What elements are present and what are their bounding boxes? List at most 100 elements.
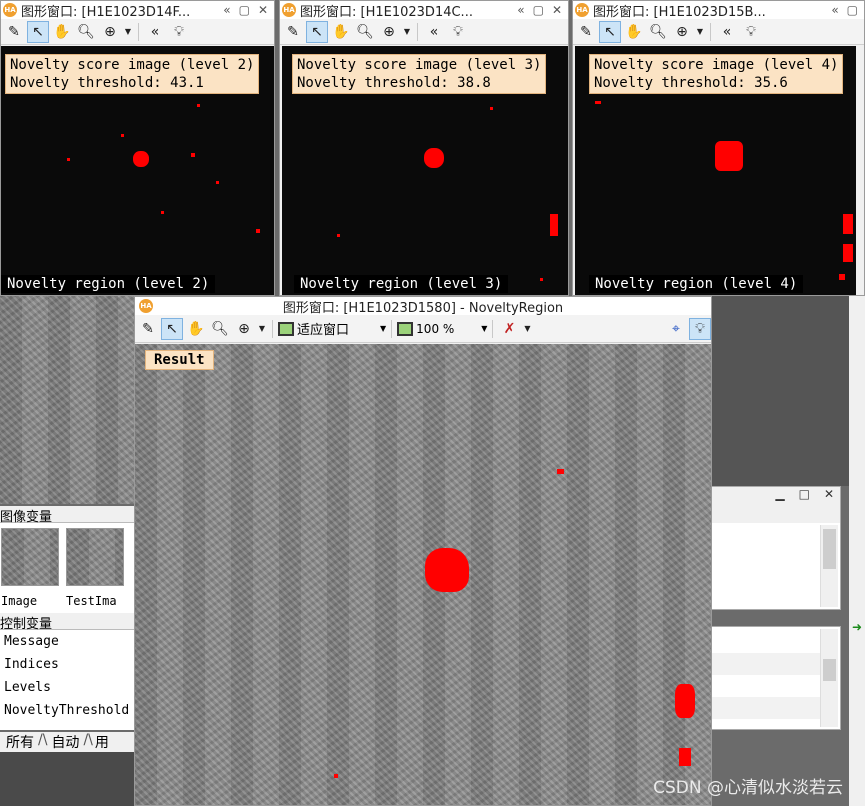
arrow-right-icon[interactable]: ➜	[852, 620, 862, 634]
zoom-icon[interactable]: ⊕	[233, 318, 255, 340]
zoom-icon[interactable]: ⊕	[99, 21, 121, 43]
halcon-icon: HA	[139, 299, 153, 313]
pointer-icon[interactable]: ↖	[161, 317, 183, 340]
result-canvas[interactable]: Result	[135, 344, 711, 805]
novelty-dot	[161, 211, 164, 214]
thumb-label-image: Image	[1, 594, 38, 608]
thumb-testimage[interactable]	[66, 528, 124, 586]
result-label: Result	[145, 350, 214, 370]
hand-icon[interactable]: ✋	[623, 21, 645, 43]
hand-icon[interactable]: ✋	[185, 318, 207, 340]
panel1-minimize-icon[interactable]: ▁	[775, 487, 784, 501]
hand-icon[interactable]: ✋	[330, 21, 352, 43]
fit-window-button[interactable]: 适应窗口 ▼	[278, 319, 386, 338]
fit-dropdown-icon[interactable]: ▼	[380, 324, 386, 333]
ctrl-var-noveltythreshold[interactable]: NoveltyThreshold	[0, 699, 134, 722]
thumb-image[interactable]	[1, 528, 59, 586]
threshold-text: Novelty threshold: 35.6	[594, 75, 788, 91]
edit-icon[interactable]: ✎	[575, 21, 597, 43]
novelty-dot	[256, 229, 260, 233]
lightbulb-icon[interactable]: 💡︎	[740, 21, 762, 43]
pin-icon[interactable]: ▢	[239, 3, 250, 17]
graphics-window-level2: HA 图形窗口: [H1E1023D14F... « ▢ ✕ ✎ ↖ ✋ 🔍︎ …	[0, 0, 275, 296]
dropdown-arrow-icon[interactable]: ▼	[695, 21, 705, 43]
collapse-toolbar-icon[interactable]: «	[144, 21, 166, 43]
magnifier-icon[interactable]: 🔍︎	[209, 318, 231, 340]
score-info-box: Novelty score image (level 2) Novelty th…	[5, 54, 260, 94]
edit-icon[interactable]: ✎	[282, 21, 304, 43]
novelty-dot	[490, 107, 493, 110]
pointer-icon[interactable]: ↖	[306, 20, 328, 43]
edit-icon[interactable]: ✎	[137, 318, 159, 340]
magnifier-icon[interactable]: 🔍︎	[354, 21, 376, 43]
collapse-icon[interactable]: «	[517, 3, 524, 17]
novelty-dot	[540, 278, 543, 281]
lightbulb-icon[interactable]: 💡︎	[168, 21, 190, 43]
collapse-icon[interactable]: «	[831, 3, 838, 17]
halcon-icon: HA	[282, 3, 296, 17]
graphics-window-level4: HA 图形窗口: [H1E1023D15B... « ▢ ✎ ↖ ✋ 🔍︎ ⊕ …	[572, 0, 865, 296]
pin-icon[interactable]: ▢	[847, 3, 858, 17]
panel1-close-icon[interactable]: ✕	[824, 487, 834, 501]
window-title: 图形窗口: [H1E1023D15B...	[593, 4, 766, 20]
ctrl-vars-list: Message Indices Levels NoveltyThreshold	[0, 630, 134, 730]
zoom-icon[interactable]: ⊕	[378, 21, 400, 43]
thumb-label-testimage: TestIma	[66, 594, 117, 608]
region-label: Novelty region (level 3)	[294, 275, 509, 293]
score-info-box: Novelty score image (level 3) Novelty th…	[292, 54, 547, 94]
collapse-toolbar-icon[interactable]: «	[423, 21, 445, 43]
main-graphics-window: HA 图形窗口: [H1E1023D1580] - NoveltyRegion …	[134, 296, 712, 806]
pointer-icon[interactable]: ↖	[27, 20, 49, 43]
novelty-dot	[216, 181, 219, 184]
novelty-dot	[197, 104, 200, 107]
fit-window-label: 适应窗口	[297, 323, 350, 338]
hand-icon[interactable]: ✋	[51, 21, 73, 43]
novelty-canvas-level3[interactable]: Novelty score image (level 3) Novelty th…	[282, 46, 568, 295]
close-icon[interactable]: ✕	[258, 3, 268, 17]
zoom-dropdown-icon[interactable]: ▼	[481, 324, 487, 333]
novelty-blob	[424, 148, 444, 168]
edit-icon[interactable]: ✎	[3, 21, 25, 43]
novelty-canvas-level2[interactable]: Novelty score image (level 2) Novelty th…	[1, 46, 274, 295]
dropdown-arrow-icon[interactable]: ▼	[257, 318, 267, 340]
collapse-icon[interactable]: «	[223, 3, 230, 17]
paint-tool-icon[interactable]: ✗	[498, 318, 520, 340]
zoom-icon[interactable]: ⊕	[671, 21, 693, 43]
window-title: 图形窗口: [H1E1023D14F...	[21, 4, 191, 20]
panel1-scrollbar[interactable]	[820, 525, 838, 607]
pointer-icon[interactable]: ↖	[599, 20, 621, 43]
score-title: Novelty score image (level 4)	[594, 57, 839, 73]
ctrl-var-indices[interactable]: Indices	[0, 653, 134, 676]
zoom-level-select[interactable]: 100 % ▼	[397, 321, 487, 336]
tab-all[interactable]: 所有	[0, 732, 38, 752]
zoom-level-value: 100 %	[416, 321, 455, 336]
var-tabs: 所有 /\ 自动 /\ 用	[0, 732, 134, 752]
novelty-canvas-level4[interactable]: Novelty score image (level 4) Novelty th…	[575, 46, 856, 295]
novelty-blob	[133, 151, 149, 167]
ctrl-var-levels[interactable]: Levels	[0, 676, 134, 699]
score-title: Novelty score image (level 2)	[10, 57, 255, 73]
left-bottom-dark	[0, 752, 134, 806]
lightbulb-icon[interactable]: 💡︎	[689, 317, 711, 340]
panel1-maximize-icon[interactable]: □	[799, 487, 810, 501]
tab-auto[interactable]: 自动	[47, 732, 83, 752]
dropdown-arrow-icon[interactable]: ▼	[123, 21, 133, 43]
axis-tool-icon[interactable]: ⌖	[665, 318, 687, 340]
novelty-dot	[67, 158, 70, 161]
magnifier-icon[interactable]: 🔍︎	[75, 21, 97, 43]
panel2-scrollbar[interactable]	[820, 629, 838, 727]
right-strip: ➜	[849, 296, 865, 806]
magnifier-icon[interactable]: 🔍︎	[647, 21, 669, 43]
lightbulb-icon[interactable]: 💡︎	[447, 21, 469, 43]
pin-icon[interactable]: ▢	[533, 3, 544, 17]
dropdown-arrow-icon[interactable]: ▼	[402, 21, 412, 43]
graphics-window-level3: HA 图形窗口: [H1E1023D14C... « ▢ ✕ ✎ ↖ ✋ 🔍︎ …	[279, 0, 569, 296]
tab-user[interactable]: 用	[93, 732, 111, 752]
ctrl-var-message[interactable]: Message	[0, 630, 134, 653]
collapse-toolbar-icon[interactable]: «	[716, 21, 738, 43]
paint-dropdown-icon[interactable]: ▼	[522, 318, 532, 340]
novelty-dot	[839, 274, 845, 280]
halcon-icon: HA	[575, 3, 589, 17]
novelty-dot	[121, 134, 124, 137]
close-icon[interactable]: ✕	[552, 3, 562, 17]
